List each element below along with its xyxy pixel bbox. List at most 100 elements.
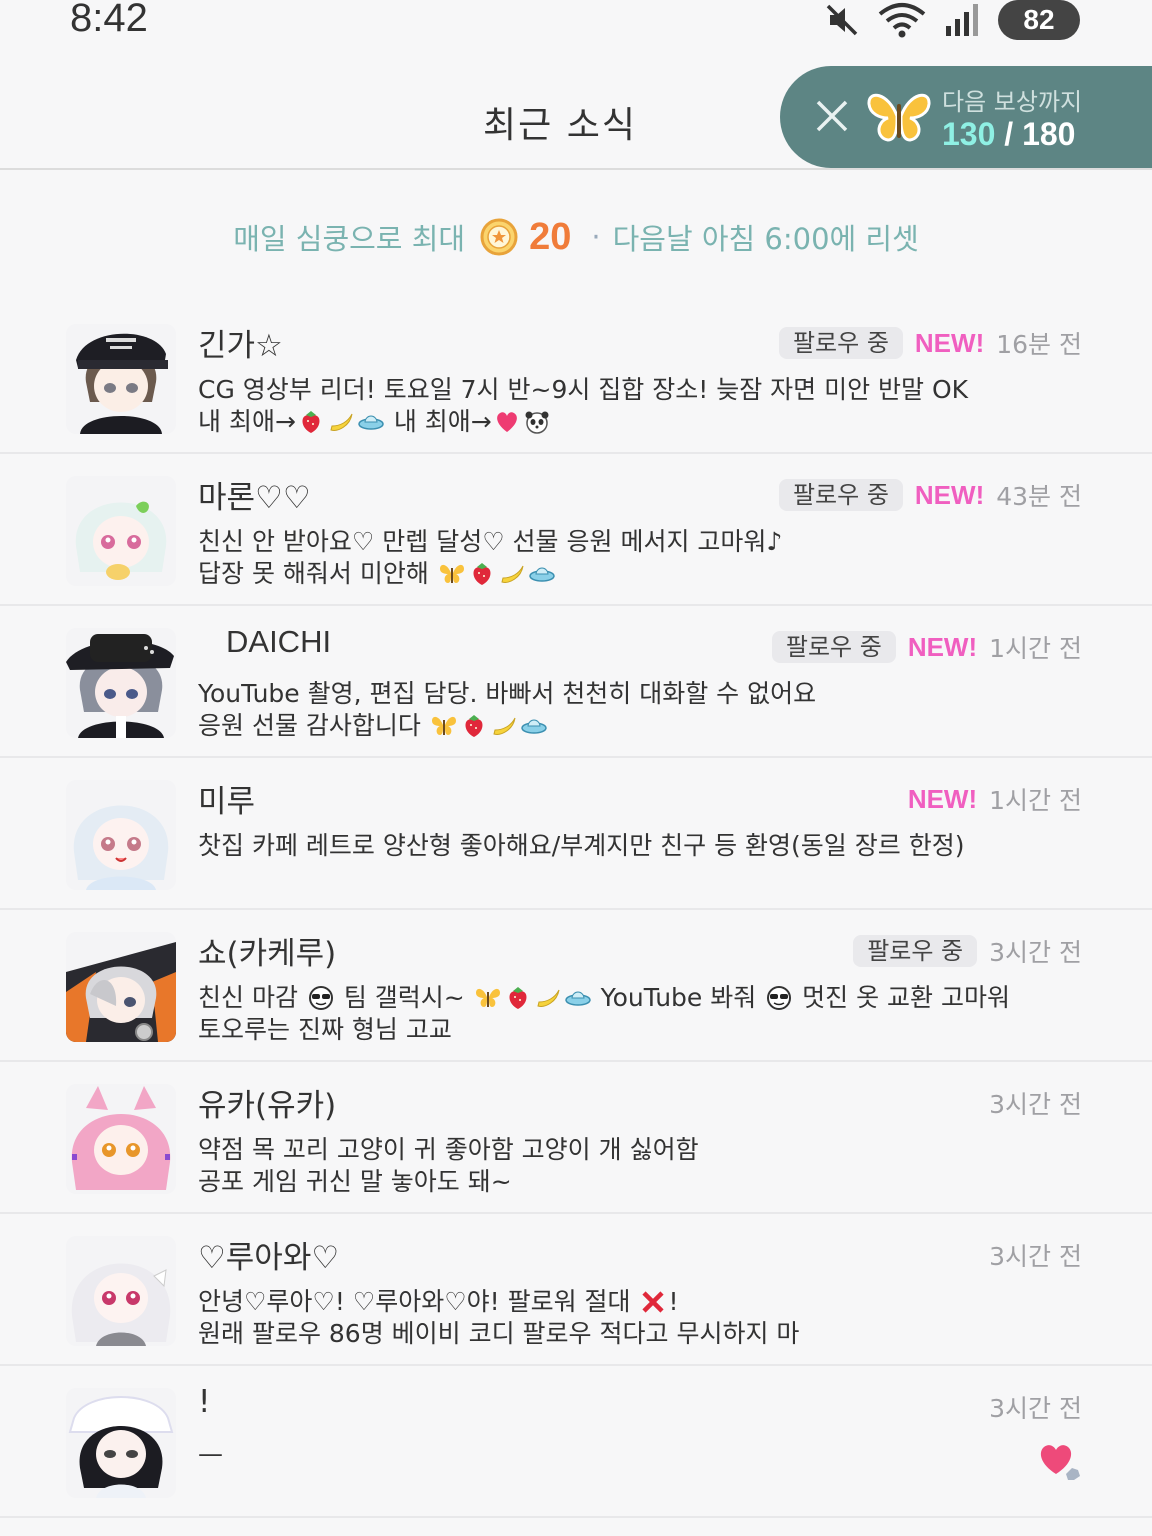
bio-text: YouTube 봐줘 xyxy=(592,983,765,1012)
bio-text: 내 최애→ xyxy=(385,407,492,436)
user-name[interactable]: 미루 xyxy=(198,776,255,821)
feed-item[interactable]: 쇼(카케루) 팔로우 중 3시간 전 친신 마감 팀 갤럭시~ YouTube … xyxy=(0,910,1152,1062)
panda-icon xyxy=(524,410,550,434)
mute-icon xyxy=(826,4,858,36)
bio-line-2: 공포 게임 귀신 말 놓아도 돼~ xyxy=(198,1167,512,1196)
daily-count: 20 xyxy=(529,215,572,258)
reward-separator: / xyxy=(995,116,1023,152)
feed-item[interactable]: 마론♡♡ 팔로우 중 NEW! 43분 전 친신 안 받아요♡ 만렙 달성♡ 선… xyxy=(0,454,1152,606)
user-name[interactable]: DAICHI xyxy=(226,624,331,660)
feed-item[interactable]: DAICHI 팔로우 중 NEW! 1시간 전 YouTube 촬영, 편집 담… xyxy=(0,606,1152,758)
user-name[interactable]: ♡루아와♡ xyxy=(198,1232,339,1277)
feed-item[interactable]: ♡루아와♡ 3시간 전 안녕♡루아♡! ♡루아와♡야! 팔로워 절대 ! 원래 … xyxy=(0,1214,1152,1366)
strawberry-icon xyxy=(469,562,495,586)
user-name[interactable]: 유카(유카) xyxy=(198,1080,336,1125)
user-bio: CG 영상부 리더! 토요일 7시 반~9시 집합 장소! 늦잠 자면 미안 반… xyxy=(198,374,968,438)
reward-progress: 130 / 180 xyxy=(942,116,1075,153)
bio-line-1: 안녕♡루아♡! ♡루아와♡야! 팔로워 절대 ! xyxy=(198,1286,799,1318)
bio-line-1: CG 영상부 리더! 토요일 7시 반~9시 집합 장소! 늦잠 자면 미안 반… xyxy=(198,375,969,404)
new-badge: NEW! xyxy=(914,327,985,358)
signal-icon xyxy=(946,4,978,36)
timestamp: 3시간 전 xyxy=(989,1394,1082,1423)
feed-item[interactable]: 미루 NEW! 1시간 전 찻집 카페 레트로 양산형 좋아해요/부계지만 친구… xyxy=(0,758,1152,910)
reward-total: 180 xyxy=(1022,116,1076,152)
bio-line-1: YouTube 촬영, 편집 담당. 바빠서 천천히 대화할 수 없어요 xyxy=(198,679,817,708)
bio-line-2: 토오루는 진짜 형님 고교 xyxy=(198,1015,452,1044)
battery-icon: 82 xyxy=(998,0,1080,40)
item-meta: 3시간 전 xyxy=(989,1390,1082,1424)
strawberry-icon xyxy=(461,714,487,738)
item-meta: 팔로우 중 NEW! 1시간 전 xyxy=(771,630,1082,664)
bio-line-2: 응원 선물 감사합니다 xyxy=(198,710,816,742)
butterfly-emoji-icon xyxy=(439,562,465,586)
daily-prefix: 매일 심쿵으로 최대 xyxy=(233,222,466,256)
reward-progress-panel[interactable]: 다음 보상까지 130 / 180 xyxy=(780,66,1152,168)
user-bio: 약점 목 꼬리 고양이 귀 좋아함 고양이 개 싫어함 공포 게임 귀신 말 놓… xyxy=(198,1134,699,1198)
bio-line-1: 약점 목 꼬리 고양이 귀 좋아함 고양이 개 싫어함 xyxy=(198,1135,699,1164)
butterfly-emoji-icon xyxy=(431,714,457,738)
avatar[interactable] xyxy=(66,1236,176,1346)
strawberry-icon xyxy=(505,986,531,1010)
coin-icon xyxy=(480,218,518,256)
timestamp: 16분 전 xyxy=(996,330,1082,359)
avatar[interactable] xyxy=(66,628,176,738)
banana-icon xyxy=(499,562,525,586)
bio-line-2: 원래 팔로우 86명 베이비 코디 팔로우 적다고 무시하지 마 xyxy=(198,1319,800,1348)
ufo-icon xyxy=(521,714,547,738)
battery-level: 82 xyxy=(1023,4,1055,35)
user-name[interactable]: 긴가☆ xyxy=(198,320,283,365)
daily-limit-banner: 매일 심쿵으로 최대 20 · 다음날 아침 6:00에 리셋 xyxy=(0,210,1152,264)
close-icon[interactable] xyxy=(812,96,852,136)
strawberry-icon xyxy=(298,410,324,434)
user-bio: 친신 마감 팀 갤럭시~ YouTube 봐줘 멋진 옷 교환 고마워 토오루는… xyxy=(198,982,1010,1046)
bio-line-1: 친신 마감 팀 갤럭시~ YouTube 봐줘 멋진 옷 교환 고마워 xyxy=(198,982,1010,1014)
timestamp: 1시간 전 xyxy=(989,634,1082,663)
user-name[interactable]: ! xyxy=(198,1384,210,1420)
status-icons: 82 xyxy=(824,0,1080,40)
item-meta: NEW! 1시간 전 xyxy=(908,782,1082,816)
user-bio: 친신 안 받아요♡ 만렙 달성♡ 선물 응원 메서지 고마워♪ 답장 못 해줘서… xyxy=(198,526,782,590)
bio-text: 안녕♡루아♡! ♡루아와♡야! 팔로워 절대 xyxy=(198,1287,639,1316)
bio-text: ! xyxy=(668,1287,679,1316)
item-meta: 팔로우 중 NEW! 43분 전 xyxy=(778,478,1082,512)
bio-text: 팀 갤럭시~ xyxy=(335,983,473,1012)
butterfly-icon xyxy=(867,93,931,142)
avatar[interactable] xyxy=(66,1084,176,1194)
bio-text: 친신 마감 xyxy=(198,983,306,1012)
following-badge: 팔로우 중 xyxy=(778,327,903,359)
user-bio: YouTube 촬영, 편집 담당. 바빠서 천천히 대화할 수 없어요 응원 … xyxy=(198,678,816,742)
bio-line-1: 찻집 카페 레트로 양산형 좋아해요/부계지만 친구 등 환영(동일 장르 한정… xyxy=(198,831,965,860)
banana-icon xyxy=(535,986,561,1010)
daily-suffix: 다음날 아침 6:00에 리셋 xyxy=(612,222,919,256)
new-badge: NEW! xyxy=(914,479,985,510)
reward-current: 130 xyxy=(942,116,996,152)
timestamp: 1시간 전 xyxy=(989,786,1082,815)
following-badge: 팔로우 중 xyxy=(778,479,903,511)
timestamp: 43분 전 xyxy=(996,482,1082,511)
user-bio: 찻집 카페 레트로 양산형 좋아해요/부계지만 친구 등 환영(동일 장르 한정… xyxy=(198,830,964,862)
bio-line-1: — xyxy=(198,1439,223,1468)
avatar[interactable] xyxy=(66,324,176,434)
sunglasses-icon xyxy=(766,986,792,1010)
avatar[interactable] xyxy=(66,476,176,586)
user-name[interactable]: 마론♡♡ xyxy=(198,472,311,517)
bio-text: 응원 선물 감사합니다 xyxy=(198,711,429,740)
page-header: 최근 소식 다음 보상까지 130 / 180 xyxy=(0,64,1152,170)
reward-label: 다음 보상까지 xyxy=(942,88,1083,116)
butterfly-emoji-icon xyxy=(475,986,501,1010)
avatar[interactable] xyxy=(66,1388,176,1498)
ufo-icon xyxy=(358,410,384,434)
sunglasses-icon xyxy=(308,986,334,1010)
user-bio: — xyxy=(198,1438,223,1470)
avatar[interactable] xyxy=(66,932,176,1042)
feed-item[interactable]: 유카(유카) 3시간 전 약점 목 꼬리 고양이 귀 좋아함 고양이 개 싫어함… xyxy=(0,1062,1152,1214)
heart-reaction-icon[interactable] xyxy=(1036,1440,1084,1484)
user-name[interactable]: 쇼(카케루) xyxy=(198,928,336,973)
banana-icon xyxy=(491,714,517,738)
feed-item[interactable]: ! 3시간 전 — xyxy=(0,1366,1152,1518)
item-meta: 3시간 전 xyxy=(989,1086,1082,1120)
feed-item[interactable]: 긴가☆ 팔로우 중 NEW! 16분 전 CG 영상부 리더! 토요일 7시 반… xyxy=(0,302,1152,454)
avatar[interactable] xyxy=(66,780,176,890)
user-bio: 안녕♡루아♡! ♡루아와♡야! 팔로워 절대 ! 원래 팔로우 86명 베이비 … xyxy=(198,1286,799,1350)
banana-icon xyxy=(328,410,354,434)
